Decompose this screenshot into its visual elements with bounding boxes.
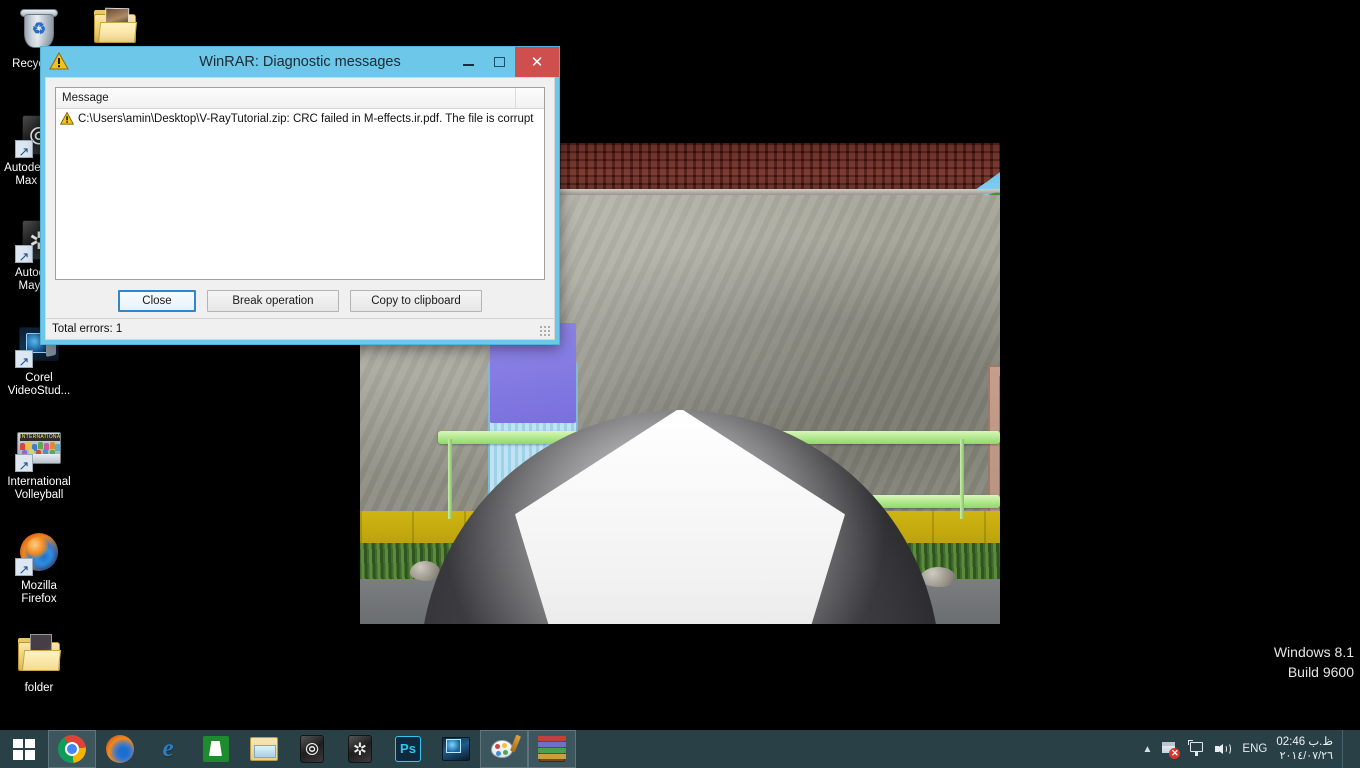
total-errors-text: Total errors: 1 [52, 323, 123, 335]
photoshop-icon: Ps [394, 735, 422, 763]
messages-list-header: Message [56, 88, 544, 109]
taskbar-firefox[interactable] [96, 730, 144, 768]
3ds-max-icon: ⦾ [298, 735, 326, 763]
desktop-icon-label: folder [24, 682, 54, 694]
store-icon [202, 735, 230, 763]
action-center-badge: ✕ [1169, 748, 1181, 759]
desktop-icon-label: International Volleyball [7, 476, 71, 501]
taskbar-winrar[interactable] [528, 730, 576, 768]
copy-to-clipboard-button[interactable]: Copy to clipboard [350, 289, 482, 312]
volume-icon[interactable] [1215, 740, 1233, 758]
windows-logo-icon [13, 738, 35, 760]
messages-list[interactable]: Message C:\Users\amin\Desktop\V-RayTutor… [55, 87, 545, 280]
show-desktop-button[interactable] [1342, 730, 1350, 768]
message-row[interactable]: C:\Users\amin\Desktop\V-RayTutorial.zip:… [56, 109, 544, 128]
clock[interactable]: 02:46 ظ.ب ٢٠١٤/٠٧/٢٦ [1276, 735, 1333, 763]
break-operation-button[interactable]: Break operation [207, 289, 339, 312]
watermark-line-1: Windows 8.1 [1273, 644, 1354, 660]
action-center-flag-icon[interactable]: ✕ [1161, 740, 1181, 759]
dialog-titlebar[interactable]: WinRAR: Diagnostic messages ✕ [41, 47, 559, 77]
watermark-line-2: Build 9600 [1287, 664, 1354, 680]
winrar-icon [538, 735, 566, 763]
minimize-button[interactable] [453, 47, 484, 77]
taskbar-file-explorer[interactable] [240, 730, 288, 768]
taskbar-3ds-max[interactable]: ⦾ [288, 730, 336, 768]
column-header-message[interactable]: Message [56, 88, 516, 108]
clock-date: ٢٠١٤/٠٧/٢٦ [1279, 750, 1333, 762]
clock-time: 02:46 ظ.ب [1276, 736, 1333, 748]
render-post [960, 439, 964, 519]
close-button[interactable]: Close [118, 289, 196, 312]
taskbar-chrome[interactable] [48, 730, 96, 768]
desktop-icon-label: Corel VideoStud... [7, 372, 71, 397]
dialog-body: Message C:\Users\amin\Desktop\V-RayTutor… [45, 77, 555, 340]
winrar-diagnostic-messages-dialog[interactable]: WinRAR: Diagnostic messages ✕ Message C:… [40, 46, 560, 345]
language-indicator[interactable]: ENG [1242, 743, 1267, 755]
desktop-icon-international-volleyball[interactable]: INTERNATIONAL International Volleyball [2, 424, 76, 502]
maya-icon: ✲ [346, 735, 374, 763]
window-controls: ✕ [453, 47, 559, 77]
ps-glyph: Ps [395, 736, 421, 762]
render-post [448, 439, 452, 519]
network-icon[interactable] [1188, 740, 1206, 758]
desktop-background[interactable]: ♻ Recycle ... ⦾ Autodesk 3ds Max 20... ✲… [0, 0, 1360, 730]
internet-explorer-icon: e [154, 735, 182, 763]
desktop-icon-folder[interactable]: folder [2, 630, 76, 695]
ie-glyph: e [162, 735, 174, 762]
ball-panel-top [515, 410, 845, 624]
warning-triangle-icon [59, 111, 75, 125]
file-explorer-icon [250, 735, 278, 763]
taskbar-store[interactable] [192, 730, 240, 768]
paint-icon [490, 734, 522, 763]
corel-videostudio-icon [442, 735, 470, 763]
dialog-button-row: Close Break operation Copy to clipboard [46, 280, 554, 318]
folder-icon [15, 630, 63, 678]
folder-photo-icon [91, 2, 139, 50]
desktop-icon-mozilla-firefox[interactable]: Mozilla Firefox [2, 528, 76, 606]
taskbar[interactable]: e ⦾ ✲ Ps ▲ ✕ ENG 02:46 ظ.ب ٢٠١٤/٠٧/٢٦ [0, 730, 1360, 768]
warning-triangle-icon [49, 52, 71, 72]
taskbar-photoshop[interactable]: Ps [384, 730, 432, 768]
firefox-icon [106, 735, 134, 763]
message-row-text: C:\Users\amin\Desktop\V-RayTutorial.zip:… [78, 112, 534, 125]
show-hidden-icons-button[interactable]: ▲ [1143, 744, 1153, 755]
volleyball-banner-text: INTERNATIONAL [20, 434, 60, 441]
firefox-icon [15, 528, 63, 578]
maximize-button[interactable] [484, 47, 515, 77]
close-window-button[interactable]: ✕ [515, 47, 559, 77]
system-tray: ▲ ✕ ENG 02:46 ظ.ب ٢٠١٤/٠٧/٢٦ [1143, 730, 1360, 768]
taskbar-paint[interactable] [480, 730, 528, 768]
messages-list-rows: C:\Users\amin\Desktop\V-RayTutorial.zip:… [56, 109, 544, 279]
desktop-icon-label: Mozilla Firefox [21, 580, 57, 605]
start-button[interactable] [0, 730, 48, 768]
screen: ♻ Recycle ... ⦾ Autodesk 3ds Max 20... ✲… [0, 0, 1360, 768]
resize-grip[interactable] [539, 325, 551, 337]
column-header-blank[interactable] [516, 88, 544, 108]
taskbar-corel-videostudio[interactable] [432, 730, 480, 768]
taskbar-internet-explorer[interactable]: e [144, 730, 192, 768]
dialog-status-bar: Total errors: 1 [46, 318, 554, 339]
chrome-icon [58, 735, 86, 763]
render-railing [780, 431, 1000, 444]
international-volleyball-icon: INTERNATIONAL [15, 424, 63, 474]
windows-activation-watermark: Windows 8.1 Build 9600 [1274, 642, 1354, 682]
taskbar-maya[interactable]: ✲ [336, 730, 384, 768]
